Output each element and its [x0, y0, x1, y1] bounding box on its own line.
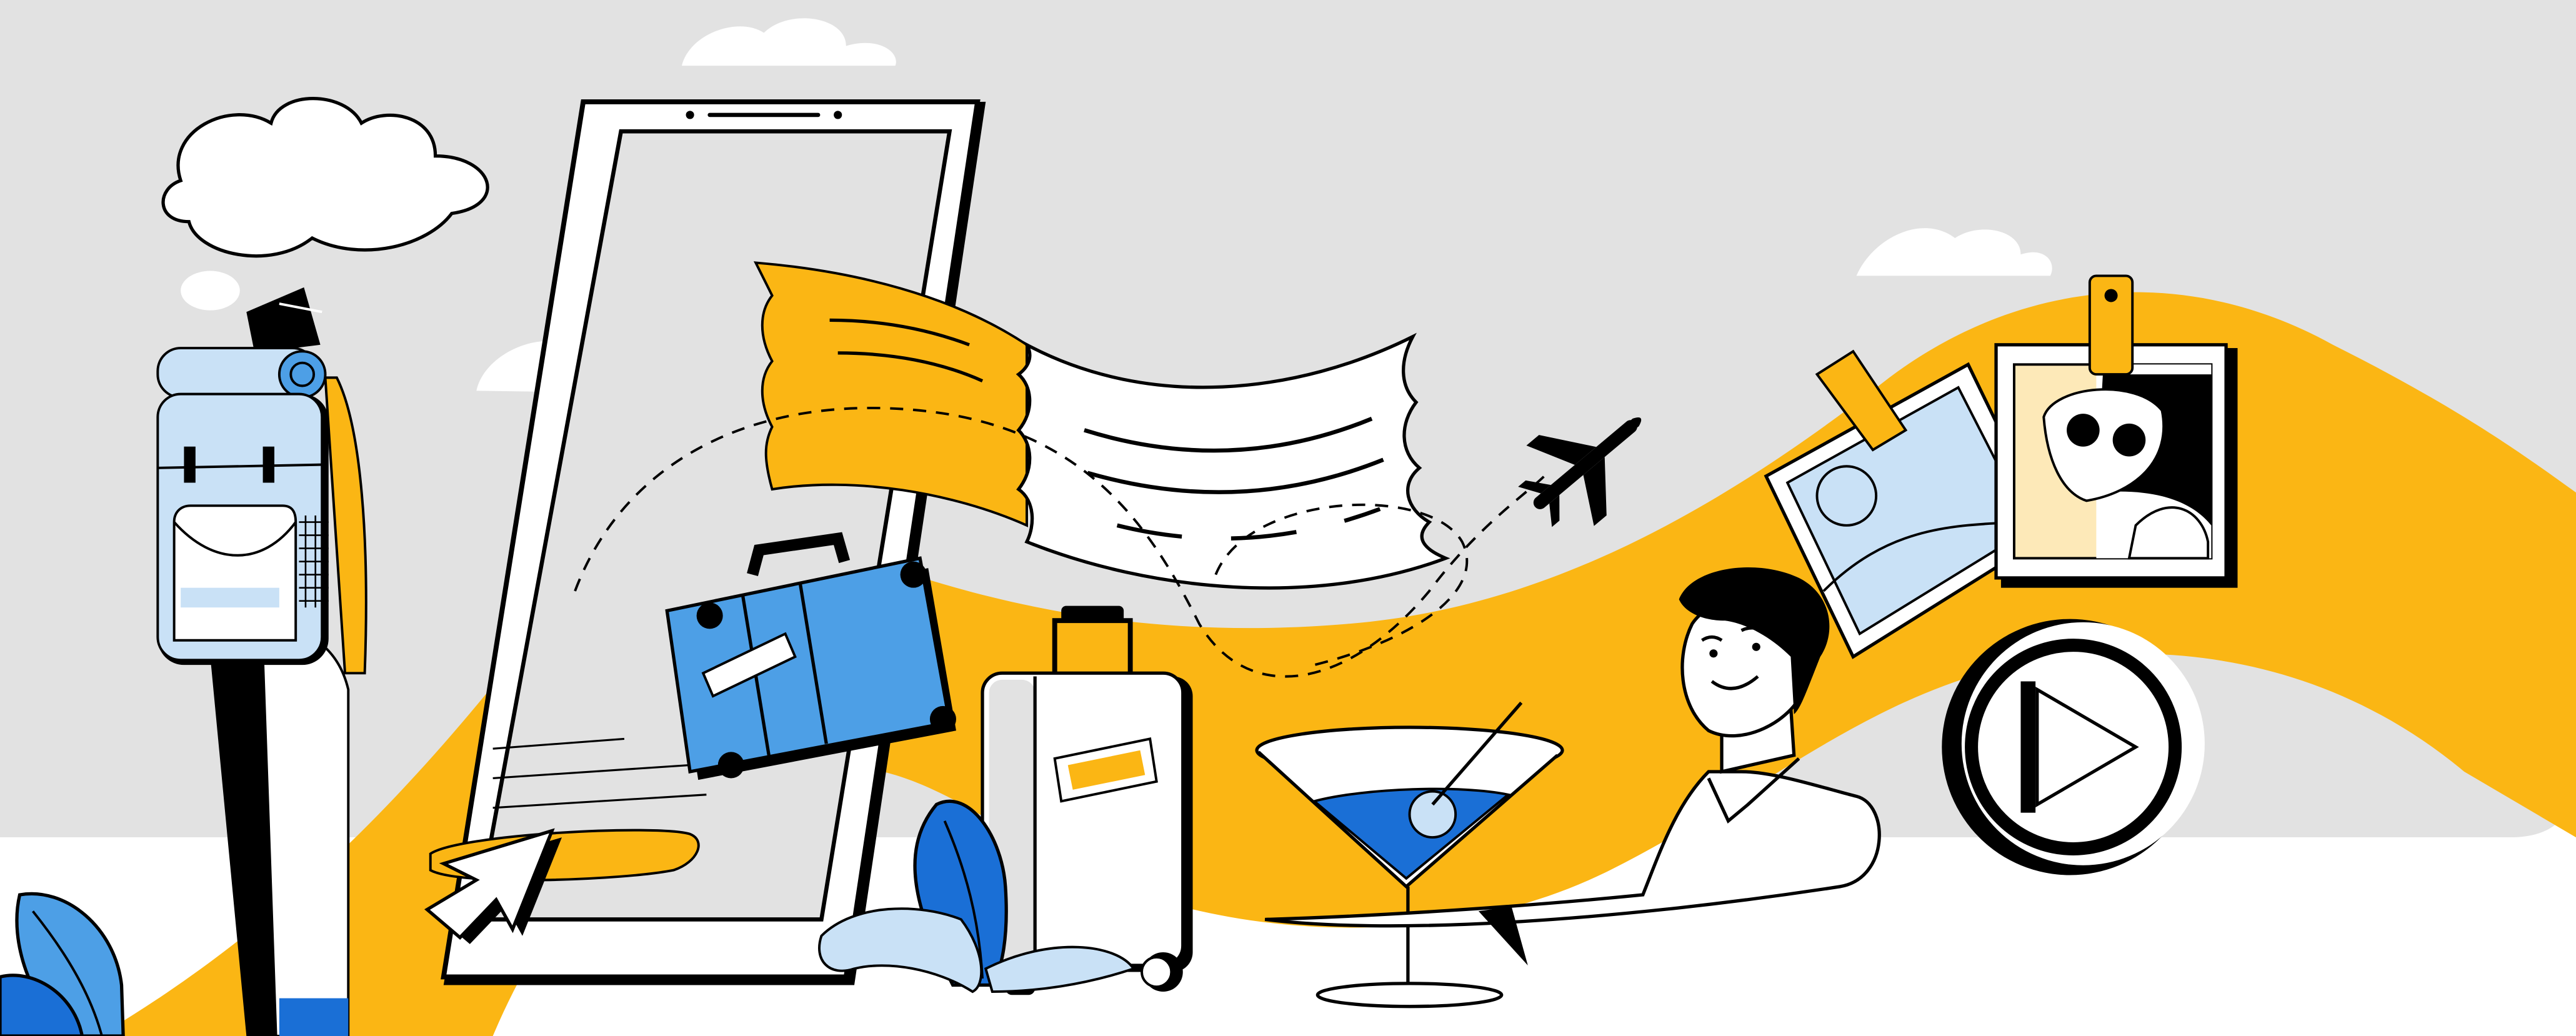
cloud-puff: [181, 271, 240, 311]
travel-illustration: [0, 0, 2576, 1036]
